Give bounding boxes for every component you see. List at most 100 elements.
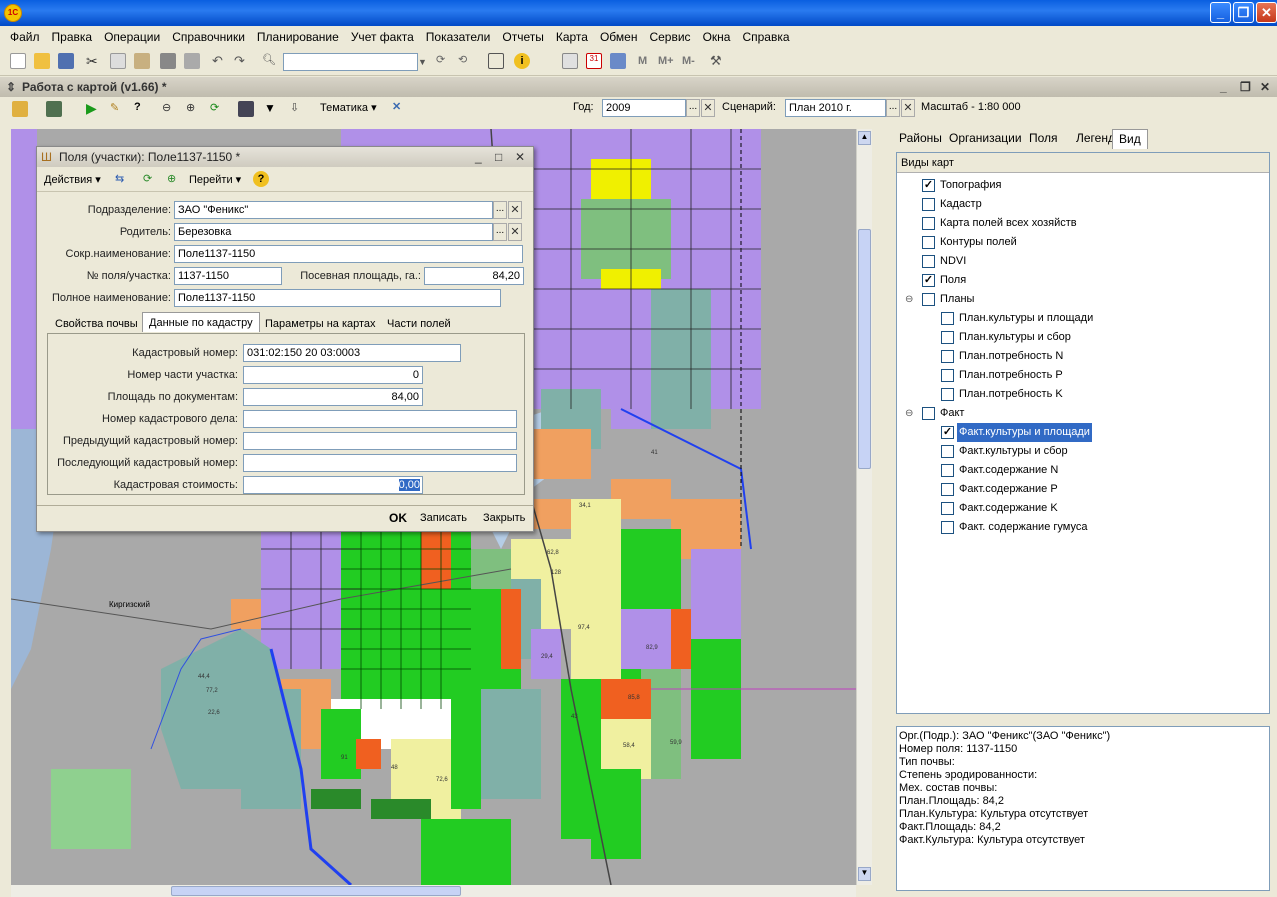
right-tab[interactable]: Организации — [943, 129, 1028, 149]
inner-minimize-button[interactable]: _ — [1220, 77, 1227, 97]
doc-area-field[interactable]: 84,00 — [243, 388, 423, 406]
zoom-out-icon[interactable]: ⊖ — [162, 101, 178, 117]
export-icon[interactable] — [238, 101, 254, 117]
memory-minus-icon[interactable]: M- — [682, 55, 695, 67]
select-icon[interactable]: ✎ — [110, 101, 126, 117]
new-document-icon[interactable] — [10, 53, 26, 69]
tree-checkbox[interactable] — [922, 236, 935, 249]
tree-checkbox[interactable] — [922, 293, 935, 306]
save-icon[interactable] — [58, 53, 74, 69]
year-field[interactable]: 2009 — [602, 99, 686, 117]
short-name-field[interactable]: Поле1137-1150 — [174, 245, 523, 263]
paste-icon[interactable] — [134, 53, 150, 69]
close-button[interactable]: ✕ — [1256, 2, 1277, 23]
reload-icon[interactable]: ⟳ — [143, 172, 152, 185]
prev-number-field[interactable] — [243, 432, 517, 450]
cut-icon[interactable]: ✂ — [86, 53, 102, 69]
tree-checkbox[interactable]: ✓ — [922, 179, 935, 192]
scenario-field[interactable]: План 2010 г. — [785, 99, 886, 117]
undo-icon[interactable]: ↶ — [212, 53, 228, 69]
dropdown-arrow-icon[interactable]: ▼ — [264, 101, 276, 115]
vertical-scroll-thumb[interactable] — [858, 229, 871, 469]
full-name-field[interactable]: Поле1137-1150 — [174, 289, 501, 307]
ok-button[interactable]: OK — [389, 511, 407, 525]
filter-icon[interactable]: ⇩ — [290, 101, 306, 117]
part-number-field[interactable]: 0 — [243, 366, 423, 384]
menu-item[interactable]: Карта — [550, 30, 594, 44]
inner-close-button[interactable]: ✕ — [1260, 77, 1270, 97]
map-vertical-scrollbar[interactable]: ▲ ▼ — [856, 129, 872, 885]
map-views-tree[interactable]: Виды карт ✓ Топография Кадастр Карта полей … — [896, 152, 1270, 714]
play-icon[interactable]: ▶ — [86, 100, 97, 117]
tree-checkbox[interactable] — [941, 502, 954, 515]
actions-menu[interactable]: Действия ▾ — [44, 173, 101, 186]
tree-checkbox[interactable] — [941, 445, 954, 458]
parent-clear-button[interactable]: ✕ — [508, 223, 522, 241]
tree-checkbox[interactable] — [941, 483, 954, 496]
subdivision-field[interactable]: ЗАО "Феникс" — [174, 201, 493, 219]
collapse-icon[interactable]: ⊖ — [905, 404, 913, 423]
subdivision-select-button[interactable]: ... — [493, 201, 507, 219]
tree-checkbox[interactable] — [941, 350, 954, 363]
tree-checkbox[interactable] — [941, 369, 954, 382]
menu-item[interactable]: Планирование — [251, 30, 345, 44]
memory-m-icon[interactable]: M — [638, 55, 647, 67]
copy-icon[interactable] — [110, 53, 126, 69]
open-map-icon[interactable] — [12, 101, 28, 117]
thematics-menu[interactable]: Тематика ▾ — [320, 101, 377, 114]
menu-item[interactable]: Правка — [46, 30, 99, 44]
horizontal-scroll-thumb[interactable] — [171, 886, 461, 896]
collapse-icon[interactable]: ⊖ — [905, 290, 913, 309]
dialog-tab[interactable]: Данные по кадастру — [142, 312, 260, 332]
year-clear-button[interactable]: ✕ — [701, 99, 715, 117]
scroll-down-icon[interactable]: ▼ — [858, 867, 871, 881]
restore-button[interactable]: ❐ — [1233, 2, 1254, 23]
subdivision-clear-button[interactable]: ✕ — [508, 201, 522, 219]
case-number-field[interactable] — [243, 410, 517, 428]
dialog-tab[interactable]: Свойства почвы — [49, 314, 144, 334]
layers-icon[interactable] — [46, 101, 62, 117]
scenario-select-button[interactable]: ... — [886, 99, 900, 117]
scroll-up-icon[interactable]: ▲ — [858, 131, 871, 145]
scenario-clear-button[interactable]: ✕ — [901, 99, 915, 117]
dialog-close-button[interactable]: ✕ — [515, 147, 525, 167]
tree-checkbox[interactable] — [941, 312, 954, 325]
new-copy-icon[interactable]: ⊕ — [167, 172, 176, 185]
menu-item[interactable]: Справка — [736, 30, 795, 44]
zoom-in-icon[interactable]: ⊕ — [186, 101, 202, 117]
tree-checkbox[interactable]: ✓ — [941, 426, 954, 439]
clear-icon[interactable]: ✕ — [392, 100, 401, 113]
menu-item[interactable]: Операции — [98, 30, 166, 44]
parent-select-button[interactable]: ... — [493, 223, 507, 241]
save-button[interactable]: Записать — [420, 512, 467, 524]
parent-field[interactable]: Березовка — [174, 223, 493, 241]
search-next-icon[interactable]: ⟳ — [436, 53, 452, 69]
menu-item[interactable]: Файл — [4, 30, 46, 44]
refresh-icon[interactable]: ⟳ — [210, 101, 226, 117]
goto-menu[interactable]: Перейти ▾ — [189, 173, 241, 186]
help-pointer-icon[interactable]: ? — [134, 101, 150, 117]
tree-checkbox[interactable] — [922, 198, 935, 211]
next-number-field[interactable] — [243, 454, 517, 472]
menu-item[interactable]: Окна — [697, 30, 737, 44]
help-icon[interactable]: ? — [253, 171, 269, 187]
search-dropdown-icon[interactable]: ▼ — [418, 53, 430, 71]
right-tab[interactable]: Вид — [1112, 129, 1148, 149]
redo-icon[interactable]: ↷ — [234, 53, 250, 69]
dialog-tab[interactable]: Параметры на картах — [259, 314, 382, 334]
menu-item[interactable]: Учет факта — [345, 30, 420, 44]
map-horizontal-scrollbar[interactable] — [11, 885, 856, 897]
info-icon[interactable]: i — [514, 53, 530, 69]
close-dialog-button[interactable]: Закрыть — [483, 512, 525, 524]
dialog-maximize-button[interactable]: □ — [495, 147, 502, 167]
minimize-button[interactable]: _ — [1210, 2, 1231, 23]
settings-icon[interactable]: ⚒ — [710, 53, 726, 69]
cadastre-cost-field[interactable]: 0,00 — [243, 476, 423, 494]
right-tab[interactable]: Поля — [1023, 129, 1064, 149]
tree-checkbox[interactable] — [941, 331, 954, 344]
open-folder-icon[interactable] — [34, 53, 50, 69]
search-input[interactable] — [283, 53, 418, 71]
dialog-tab[interactable]: Части полей — [381, 314, 457, 334]
menu-item[interactable]: Показатели — [420, 30, 497, 44]
memory-plus-icon[interactable]: M+ — [658, 55, 674, 67]
